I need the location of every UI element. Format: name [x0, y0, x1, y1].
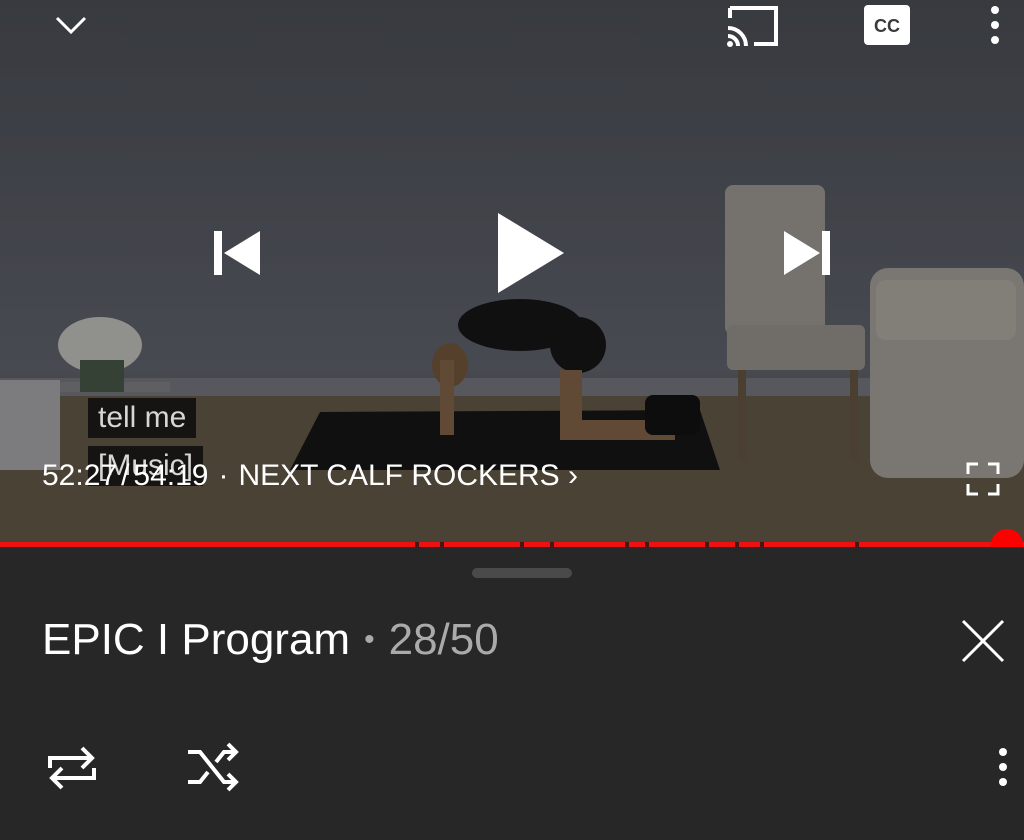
playlist-bullet: • [364, 623, 375, 656]
play-icon[interactable] [496, 211, 566, 295]
fullscreen-icon[interactable] [966, 462, 1000, 496]
previous-icon[interactable] [212, 229, 262, 277]
drag-handle[interactable] [472, 568, 572, 578]
next-separator: · [218, 459, 229, 492]
duration: 54:19 [133, 459, 209, 492]
next-icon[interactable] [782, 229, 832, 277]
playlist-more-vert-icon[interactable] [994, 746, 1012, 788]
time-separator: / [121, 459, 130, 492]
time-and-next: 52:27 / 54:19 · NEXT CALF ROCKERS › [42, 456, 578, 496]
playlist-title: EPIC I Program [42, 615, 351, 664]
repeat-icon[interactable] [44, 744, 100, 792]
video-player[interactable]: CC tell me [Music] 52:27 / 54:19 · NEXT … [0, 0, 1024, 545]
playlist-position: 28/50 [388, 615, 499, 664]
caption-line-1: tell me [88, 398, 197, 438]
playlist-header[interactable]: EPIC I Program • 28/50 [42, 612, 499, 668]
close-icon[interactable] [960, 618, 1006, 664]
svg-text:CC: CC [874, 16, 900, 36]
chevron-down-icon[interactable] [54, 12, 88, 36]
shuffle-icon[interactable] [186, 742, 242, 792]
more-vert-icon[interactable] [986, 4, 1004, 46]
current-time: 52:27 [42, 459, 118, 492]
cast-icon[interactable] [726, 4, 780, 48]
cc-icon[interactable]: CC [864, 5, 910, 45]
next-video-link[interactable]: NEXT CALF ROCKERS › [239, 456, 579, 496]
playlist-panel [0, 547, 1024, 840]
